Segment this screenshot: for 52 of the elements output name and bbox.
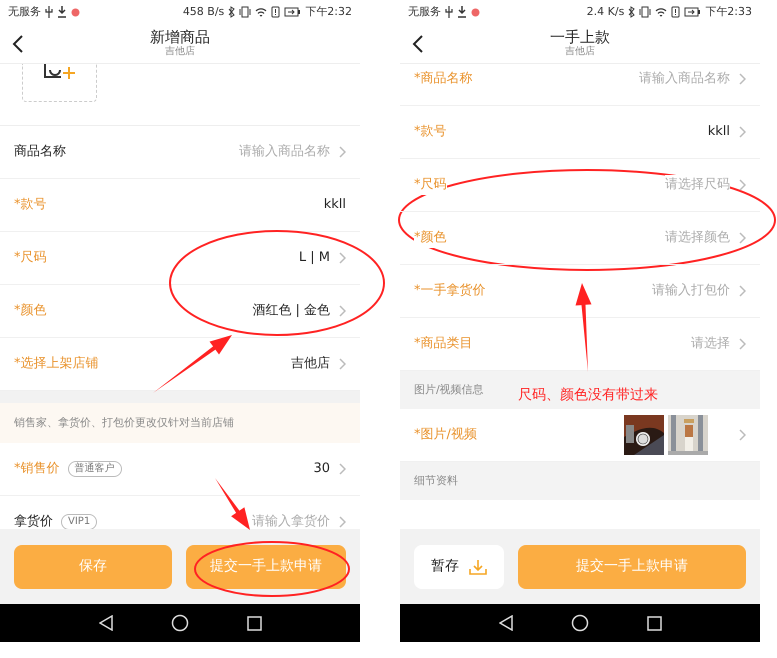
store-subtitle: 吉他店 xyxy=(164,46,196,58)
field-placeholder: 请输入拿货价 xyxy=(252,512,330,529)
sim-alert-icon xyxy=(271,6,280,18)
network-speed: 2.4 K/s xyxy=(586,4,624,20)
download-icon xyxy=(457,6,467,18)
notice-text: 销售家、拿货价、打包价更改仅针对当前店铺 xyxy=(0,391,360,443)
notification-icon xyxy=(71,8,80,16)
clock-text: 下午2:33 xyxy=(705,4,752,20)
recents-nav-button[interactable] xyxy=(246,616,262,630)
recents-nav-button[interactable] xyxy=(646,616,662,630)
carrier-text: 无服务 xyxy=(408,4,441,20)
annotation-arrow xyxy=(215,478,250,530)
field-label: 拿货价 xyxy=(14,512,53,529)
page-title: 一手上款 xyxy=(550,29,610,46)
download-icon xyxy=(57,6,67,18)
back-nav-button[interactable] xyxy=(498,615,512,631)
form-row[interactable]: *款号 kkll xyxy=(400,106,760,159)
field-label: *颜色 xyxy=(414,228,446,248)
field-label: *尺码 xyxy=(414,175,446,195)
photo-upload-button[interactable] xyxy=(22,64,97,102)
notification-icon xyxy=(471,8,480,16)
back-button[interactable] xyxy=(412,35,424,54)
carrier-text: 无服务 xyxy=(8,4,41,20)
customer-tag: 普通客户 xyxy=(68,461,122,477)
battery-icon xyxy=(684,7,702,17)
back-nav-button[interactable] xyxy=(98,615,112,631)
wifi-icon xyxy=(255,6,268,18)
draft-button[interactable]: 暂存 xyxy=(414,544,504,588)
bluetooth-icon xyxy=(228,6,236,18)
page-title: 新增商品 xyxy=(150,29,210,46)
store-subtitle: 吉他店 xyxy=(564,46,596,58)
sim-alert-icon xyxy=(671,6,680,18)
wifi-icon xyxy=(655,6,668,18)
usb-icon xyxy=(445,6,453,18)
clock-text: 下午2:32 xyxy=(305,4,352,20)
battery-icon xyxy=(284,7,302,17)
usb-icon xyxy=(45,6,53,18)
network-speed: 458 B/s xyxy=(182,4,224,20)
home-nav-button[interactable] xyxy=(570,614,588,632)
form-row[interactable]: *款号 kkll xyxy=(0,179,360,232)
annotation-note: 尺码、颜色没有带过来 xyxy=(518,386,658,405)
section-header: 细节资料 xyxy=(400,462,760,500)
back-button[interactable] xyxy=(12,35,24,54)
form-row[interactable]: *尺码 L | M xyxy=(0,232,360,285)
form-row[interactable]: *颜色 酒红色 | 金色 xyxy=(0,285,360,338)
form-row[interactable]: *销售价 普通客户 30 xyxy=(0,443,360,496)
home-nav-button[interactable] xyxy=(170,614,188,632)
vibrate-icon xyxy=(239,6,252,18)
download-icon xyxy=(469,558,487,574)
vibrate-icon xyxy=(639,6,652,18)
bluetooth-icon xyxy=(628,6,636,18)
form-row[interactable]: 商品名称 请输入商品名称 xyxy=(0,126,360,179)
